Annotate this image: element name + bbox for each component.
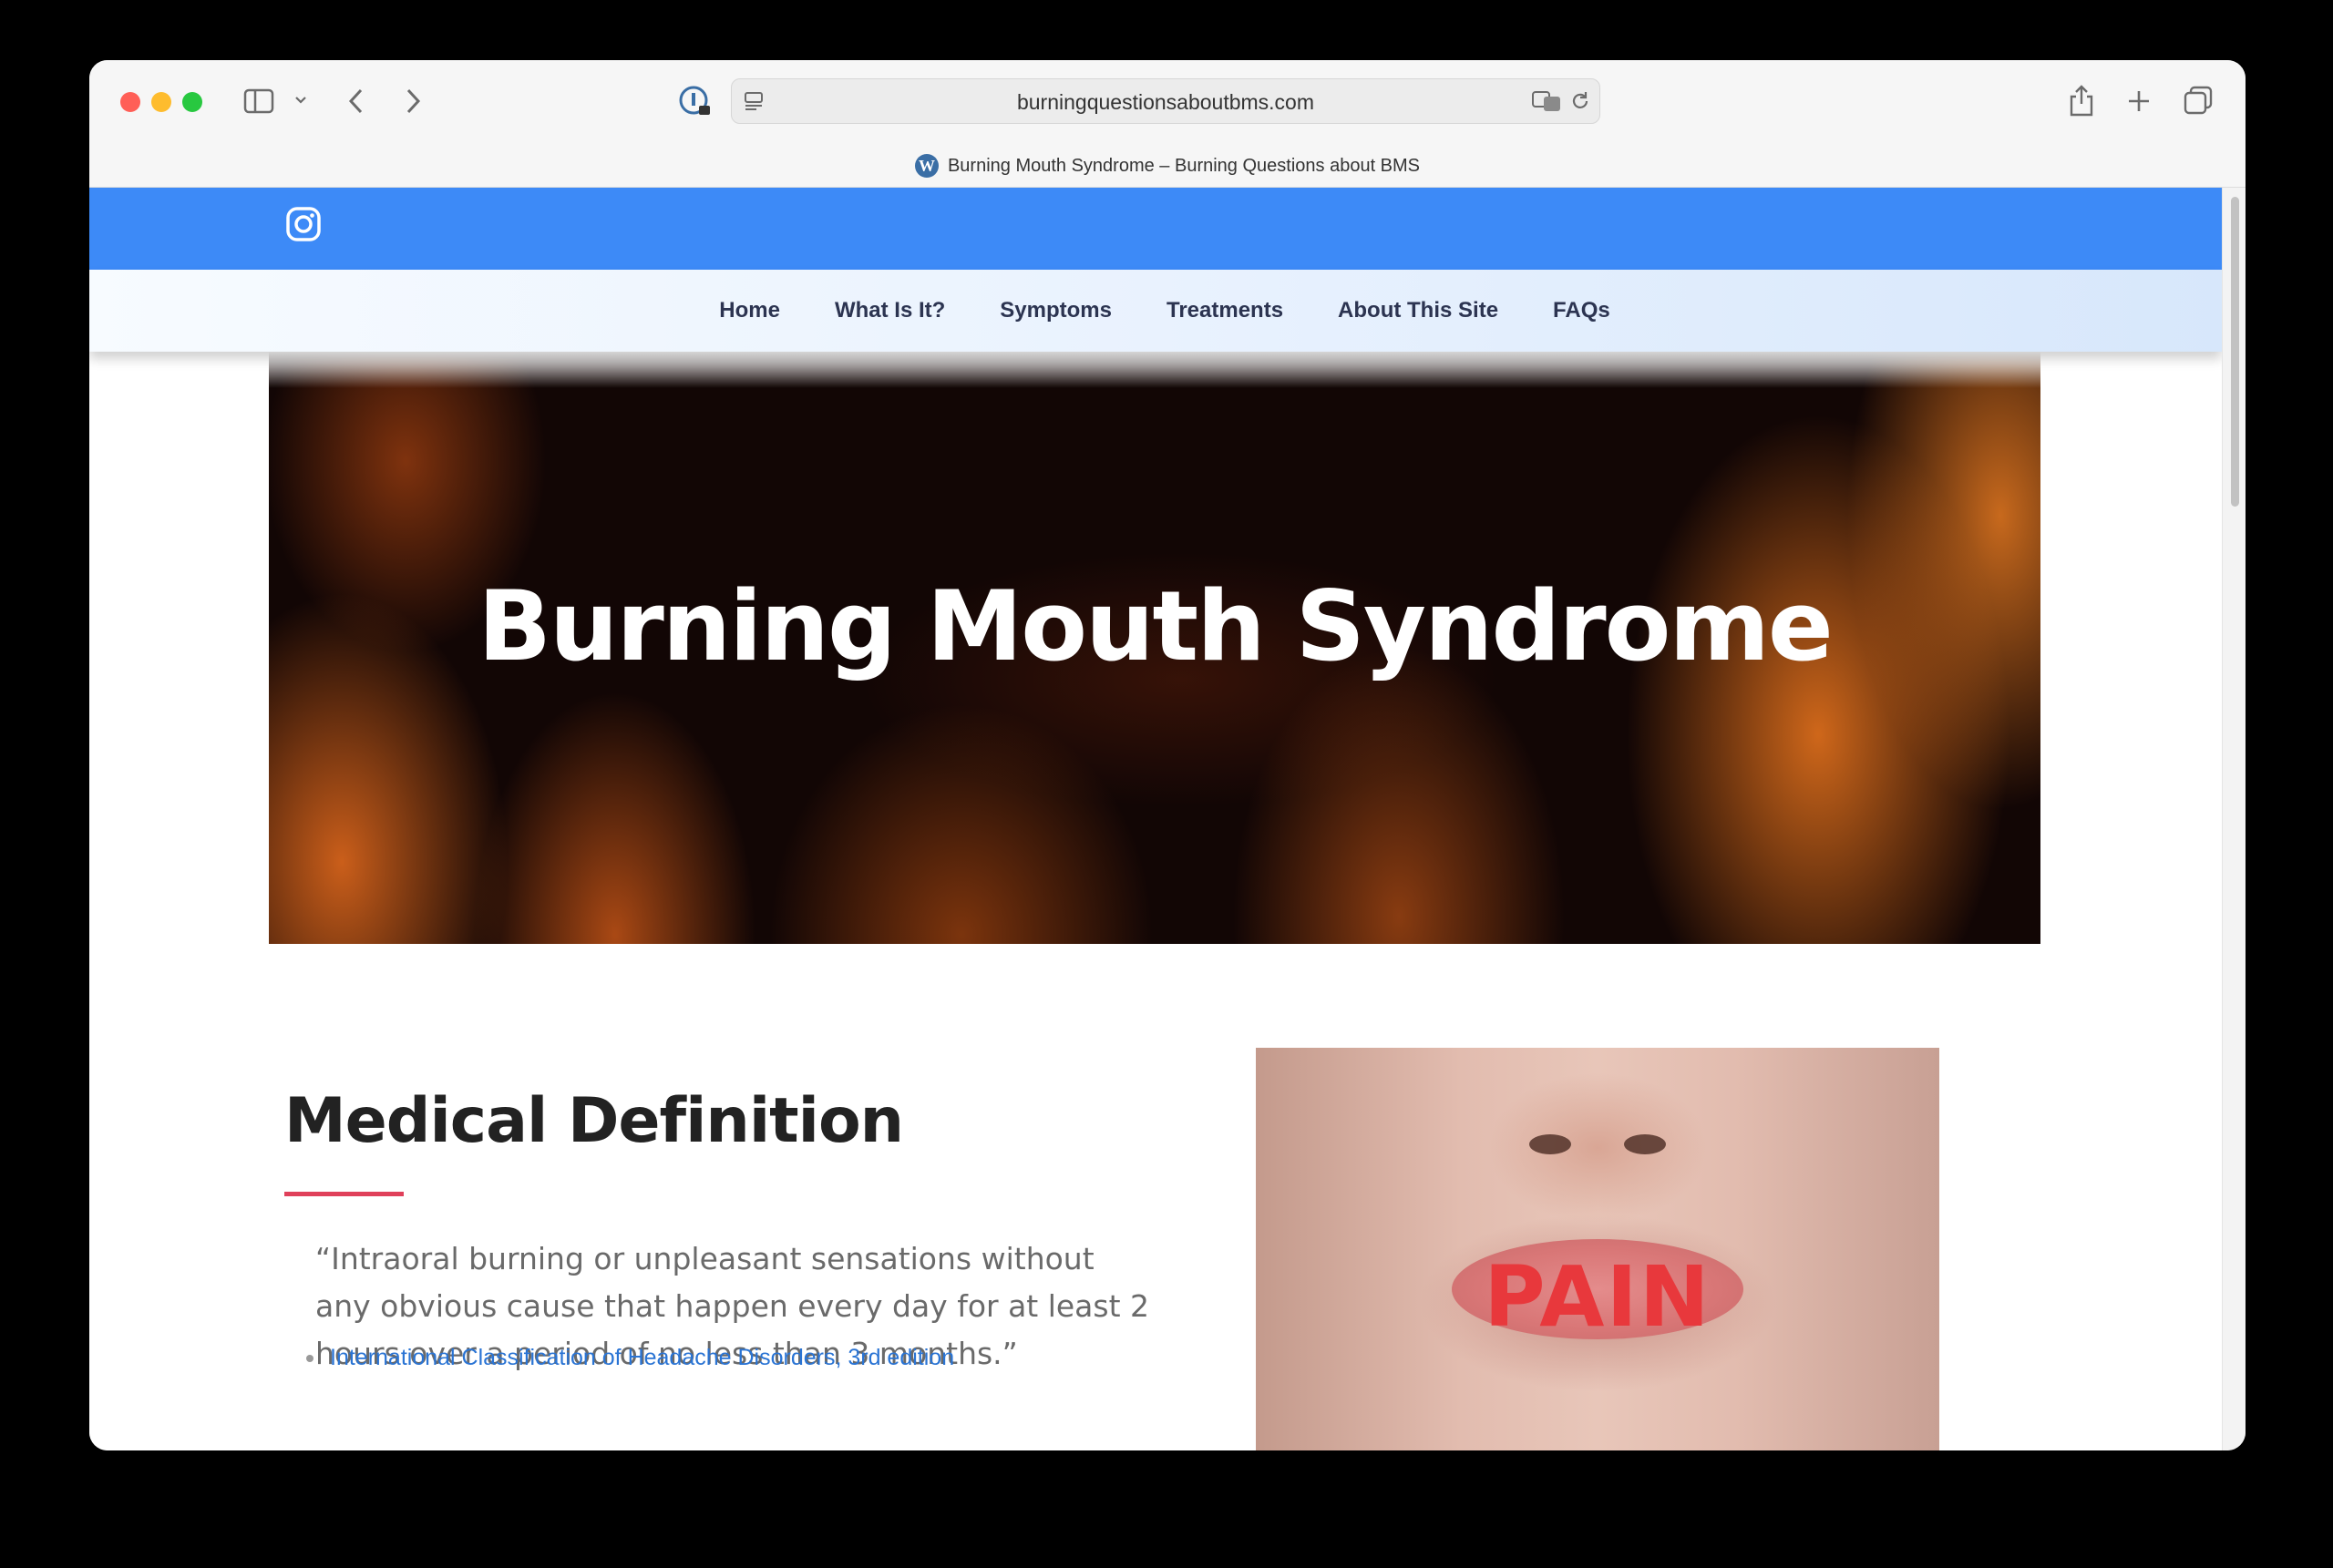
instagram-icon[interactable] xyxy=(285,206,322,242)
browser-toolbar: burningquestionsaboutbms.com W Burning M… xyxy=(89,60,2246,188)
nav-symptoms[interactable]: Symptoms xyxy=(1000,298,1112,323)
nav-what-is-it[interactable]: What Is It? xyxy=(835,298,945,323)
nostril-right xyxy=(1624,1134,1666,1154)
chevron-down-icon[interactable] xyxy=(292,91,310,109)
zoom-window-button[interactable] xyxy=(182,92,202,112)
browser-window: burningquestionsaboutbms.com W Burning M… xyxy=(89,60,2246,1450)
reload-icon[interactable] xyxy=(1568,89,1592,113)
nav-faqs[interactable]: FAQs xyxy=(1553,298,1610,323)
lips-pain-image: PAIN xyxy=(1256,1048,1939,1450)
reference-list: International Classification of Headache… xyxy=(306,1345,954,1371)
reference-link[interactable]: International Classification of Headache… xyxy=(330,1345,954,1370)
nav-about-this-site[interactable]: About This Site xyxy=(1338,298,1498,323)
back-arrow-icon[interactable] xyxy=(343,86,370,117)
list-bullet xyxy=(306,1355,313,1363)
new-tab-icon[interactable] xyxy=(2123,86,2154,117)
forward-arrow-icon[interactable] xyxy=(399,86,427,117)
close-window-button[interactable] xyxy=(120,92,140,112)
section-heading: Medical Definition xyxy=(284,1085,904,1157)
nostril-left xyxy=(1529,1134,1571,1154)
minimize-window-button[interactable] xyxy=(151,92,171,112)
share-icon[interactable] xyxy=(2065,82,2098,118)
nav-home[interactable]: Home xyxy=(719,298,780,323)
tab-overview-icon[interactable] xyxy=(2182,84,2215,117)
sidebar-toggle-icon[interactable] xyxy=(242,87,275,115)
address-bar[interactable]: burningquestionsaboutbms.com xyxy=(731,78,1600,124)
scrollbar-thumb[interactable] xyxy=(2231,197,2239,507)
hero-banner: Burning Mouth Syndrome xyxy=(269,352,2040,944)
main-navigation: Home What Is It? Symptoms Treatments Abo… xyxy=(89,270,2222,352)
nav-treatments[interactable]: Treatments xyxy=(1166,298,1283,323)
translate-icon[interactable] xyxy=(1530,88,1563,114)
pain-text: PAIN xyxy=(1484,1248,1711,1346)
hero-title: Burning Mouth Syndrome xyxy=(478,570,1834,682)
page-viewport: Home What Is It? Symptoms Treatments Abo… xyxy=(89,188,2222,1450)
vertical-scrollbar[interactable] xyxy=(2222,188,2246,1450)
wordpress-favicon-icon: W xyxy=(914,154,939,178)
active-tab[interactable]: W Burning Mouth Syndrome – Burning Quest… xyxy=(89,154,2246,178)
url-text[interactable]: burningquestionsaboutbms.com xyxy=(732,90,1599,115)
site-top-bar xyxy=(89,188,2222,270)
tab-title-text: Burning Mouth Syndrome – Burning Questio… xyxy=(947,155,1421,176)
password-manager-icon[interactable] xyxy=(677,84,714,120)
heading-underline xyxy=(284,1192,404,1196)
